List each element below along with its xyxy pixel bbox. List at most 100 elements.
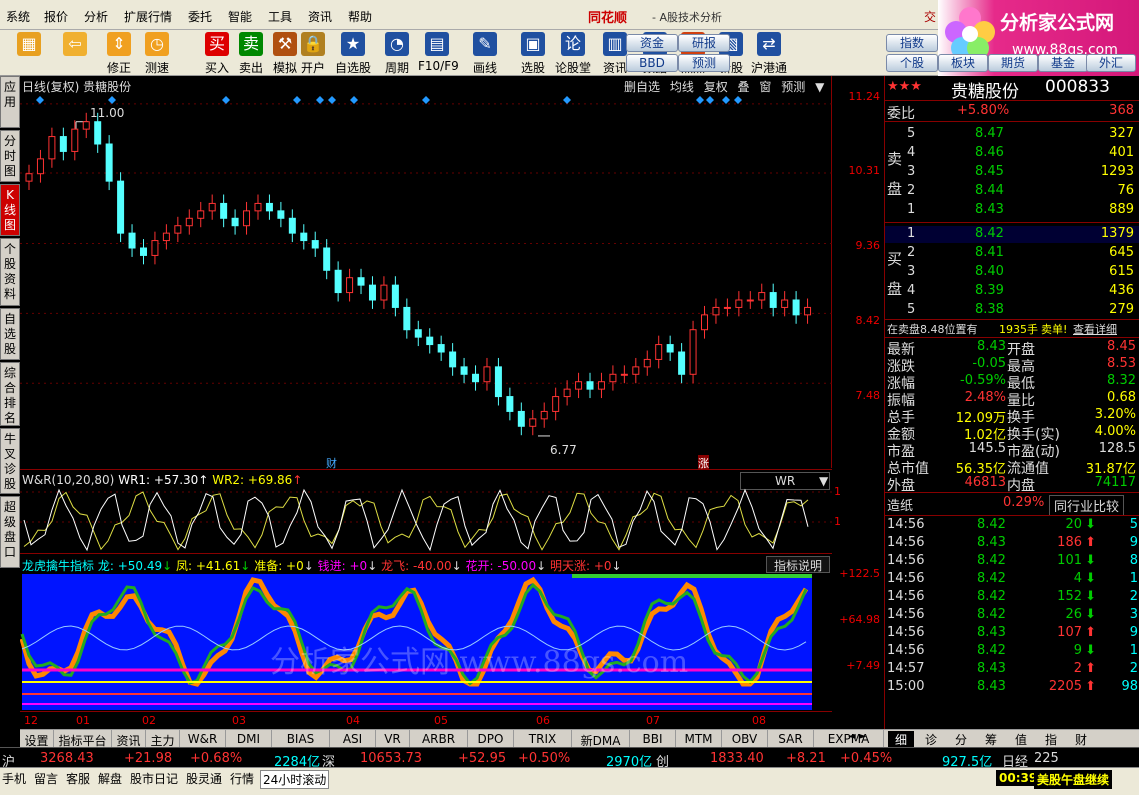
tick-row[interactable]: 14:56 8.42 9 ⬇ 1 bbox=[885, 643, 1139, 660]
event-diamond-icon[interactable] bbox=[706, 96, 714, 104]
buy-row[interactable]: 5 8.38 279 bbox=[885, 302, 1139, 319]
status-analysis[interactable]: 解盘 bbox=[98, 770, 122, 787]
buy-row[interactable]: 2 8.41 645 bbox=[885, 245, 1139, 262]
indicator-tab[interactable]: BIAS bbox=[272, 730, 330, 748]
event-diamond-icon[interactable] bbox=[222, 96, 230, 104]
pill-button[interactable]: 期货 bbox=[988, 54, 1038, 72]
sell-row[interactable]: 1 8.43 889 bbox=[885, 202, 1139, 219]
event-diamond-icon[interactable] bbox=[36, 96, 44, 104]
toolbar-clock-button[interactable]: ◷ 测速 bbox=[138, 32, 176, 75]
toolbar-up-down-arrows-button[interactable]: ⇕ 修正 bbox=[100, 32, 138, 75]
tick-row[interactable]: 14:56 8.42 26 ⬇ 3 bbox=[885, 607, 1139, 624]
buy-row[interactable]: 4 8.39 436 bbox=[885, 283, 1139, 300]
indicator-tab[interactable]: VR bbox=[376, 730, 410, 748]
indicator-tab[interactable]: 指标平台 bbox=[54, 730, 112, 748]
notice-link[interactable]: 查看详细 bbox=[1073, 321, 1117, 337]
right-tab[interactable]: 细 bbox=[888, 731, 914, 748]
tick-row[interactable]: 14:56 8.43 186 ⬆ 9 bbox=[885, 535, 1139, 552]
indicator-help-button[interactable]: 指标说明 bbox=[766, 556, 830, 573]
indicator-tab[interactable]: 主力 bbox=[146, 730, 180, 748]
side-tab[interactable]: 应用 bbox=[0, 76, 20, 128]
event-diamond-icon[interactable] bbox=[722, 96, 730, 104]
menu-tools[interactable]: 工具 bbox=[268, 8, 292, 25]
toolbar-screen-button[interactable]: ▣ 选股 bbox=[514, 32, 552, 75]
status-phone[interactable]: 手机 bbox=[2, 770, 26, 787]
right-tab[interactable]: 分 bbox=[948, 731, 974, 748]
wr-indicator-panel[interactable]: W&R(10,20,80) WR1: +57.30↑ WR2: +69.86↑ … bbox=[20, 469, 832, 553]
right-tab[interactable]: 财 bbox=[1068, 731, 1094, 748]
tick-row[interactable]: 14:56 8.42 101 ⬇ 8 bbox=[885, 553, 1139, 570]
event-diamond-icon[interactable] bbox=[350, 96, 358, 104]
pill-button[interactable]: 个股 bbox=[886, 54, 938, 72]
toolbar-document-button[interactable]: ▤ F10/F9 bbox=[418, 32, 459, 74]
status-lingtong[interactable]: 股灵通 bbox=[186, 770, 222, 787]
pill-button[interactable]: BBD bbox=[626, 54, 678, 72]
toolbar-lock-button[interactable]: 🔒 开户 bbox=[294, 32, 332, 75]
tab-scroll-arrows[interactable]: ◄ ► bbox=[848, 731, 867, 742]
toolbar-pencil-button[interactable]: ✎ 画线 bbox=[466, 32, 504, 75]
indicator-tab[interactable]: 新DMA bbox=[572, 730, 630, 748]
right-tab[interactable]: 诊 bbox=[918, 731, 944, 748]
menu-help[interactable]: 帮助 bbox=[348, 8, 372, 25]
kline-chart[interactable]: 日线(复权) 贵糖股份 删自选 均线 复权 叠 窗 预测 ▼ 11.00 6.7… bbox=[20, 76, 832, 471]
sell-row[interactable]: 2 8.44 76 bbox=[885, 183, 1139, 200]
menu-news[interactable]: 资讯 bbox=[308, 8, 332, 25]
toolbar-back-arrow-button[interactable]: ⇦ bbox=[56, 32, 94, 74]
pill-button[interactable]: 指数 bbox=[886, 34, 938, 52]
pill-button[interactable]: 研报 bbox=[678, 34, 730, 52]
sell-row[interactable]: 4 8.46 401 bbox=[885, 145, 1139, 162]
tick-row[interactable]: 14:57 8.43 2 ⬆ 2 bbox=[885, 661, 1139, 678]
toolbar-windows-button[interactable]: ▦ bbox=[10, 32, 48, 74]
menu-analysis[interactable]: 分析 bbox=[84, 8, 108, 25]
right-tab[interactable]: 筹 bbox=[978, 731, 1004, 748]
toolbar-cycle-button[interactable]: ◔ 周期 bbox=[378, 32, 416, 75]
event-diamond-icon[interactable] bbox=[316, 96, 324, 104]
indicator-tab[interactable]: 资讯 bbox=[112, 730, 146, 748]
right-tab[interactable]: 指 bbox=[1038, 731, 1064, 748]
indicator-tab[interactable]: DMI bbox=[226, 730, 272, 748]
indicator-tab[interactable]: TRIX bbox=[514, 730, 572, 748]
event-diamond-icon[interactable] bbox=[696, 96, 704, 104]
side-tab[interactable]: 超级盘口 bbox=[0, 496, 20, 568]
event-diamond-icon[interactable] bbox=[328, 96, 336, 104]
indicator-tab[interactable]: W&R bbox=[180, 730, 226, 748]
indicator-tab[interactable]: ASI bbox=[330, 730, 376, 748]
indicator-tab[interactable]: 设置 bbox=[20, 730, 54, 748]
pill-button[interactable]: 基金 bbox=[1038, 54, 1088, 72]
indicator-tab[interactable]: BBI bbox=[630, 730, 676, 748]
toolbar-sell-button[interactable]: 卖卖出 bbox=[232, 32, 270, 75]
indicator-tab[interactable]: SAR bbox=[768, 730, 814, 748]
pill-button[interactable]: 外汇 bbox=[1086, 54, 1136, 72]
status-service[interactable]: 客服 bbox=[66, 770, 90, 787]
indicator-tab[interactable]: OBV bbox=[722, 730, 768, 748]
event-diamond-icon[interactable] bbox=[422, 96, 430, 104]
event-diamond-icon[interactable] bbox=[108, 96, 116, 104]
menu-quote[interactable]: 报价 bbox=[44, 8, 68, 25]
menu-smart[interactable]: 智能 bbox=[228, 8, 252, 25]
status-market[interactable]: 行情 bbox=[230, 770, 254, 787]
tick-row[interactable]: 14:56 8.42 4 ⬇ 1 bbox=[885, 571, 1139, 588]
tick-row[interactable]: 14:56 8.42 152 ⬇ 2 bbox=[885, 589, 1139, 606]
side-tab[interactable]: K线图 bbox=[0, 184, 20, 236]
status-scroll[interactable]: 24小时滚动 bbox=[260, 770, 330, 789]
right-tab[interactable]: 值 bbox=[1008, 731, 1034, 748]
menu-system[interactable]: 系统 bbox=[6, 8, 30, 25]
toolbar-buy-button[interactable]: 买买入 bbox=[198, 32, 236, 75]
pill-button[interactable]: 板块 bbox=[938, 54, 988, 72]
indicator-tab[interactable]: MTM bbox=[676, 730, 722, 748]
side-tab[interactable]: 牛叉诊股 bbox=[0, 428, 20, 494]
event-diamond-icon[interactable] bbox=[293, 96, 301, 104]
menu-ext-quote[interactable]: 扩展行情 bbox=[124, 8, 172, 25]
side-tab[interactable]: 个股资料 bbox=[0, 238, 20, 306]
toolbar-forum-button[interactable]: 论论股堂 bbox=[554, 32, 592, 75]
dragon-indicator-panel[interactable]: 龙虎擒牛指标 龙: +50.49↓ 凤: +41.61↓ 准备: +0↓ 钱进:… bbox=[20, 553, 832, 711]
status-message[interactable]: 留言 bbox=[34, 770, 58, 787]
pill-button[interactable]: 预测 bbox=[678, 54, 730, 72]
indicator-tab[interactable]: DPO bbox=[468, 730, 514, 748]
side-tab[interactable]: 分时图 bbox=[0, 130, 20, 182]
sell-row[interactable]: 5 8.47 327 bbox=[885, 126, 1139, 143]
tick-row[interactable]: 14:56 8.42 20 ⬇ 5 bbox=[885, 517, 1139, 534]
event-diamond-icon[interactable] bbox=[734, 96, 742, 104]
side-tab[interactable]: 综合排名 bbox=[0, 362, 20, 426]
indicator-tab[interactable]: ARBR bbox=[410, 730, 468, 748]
